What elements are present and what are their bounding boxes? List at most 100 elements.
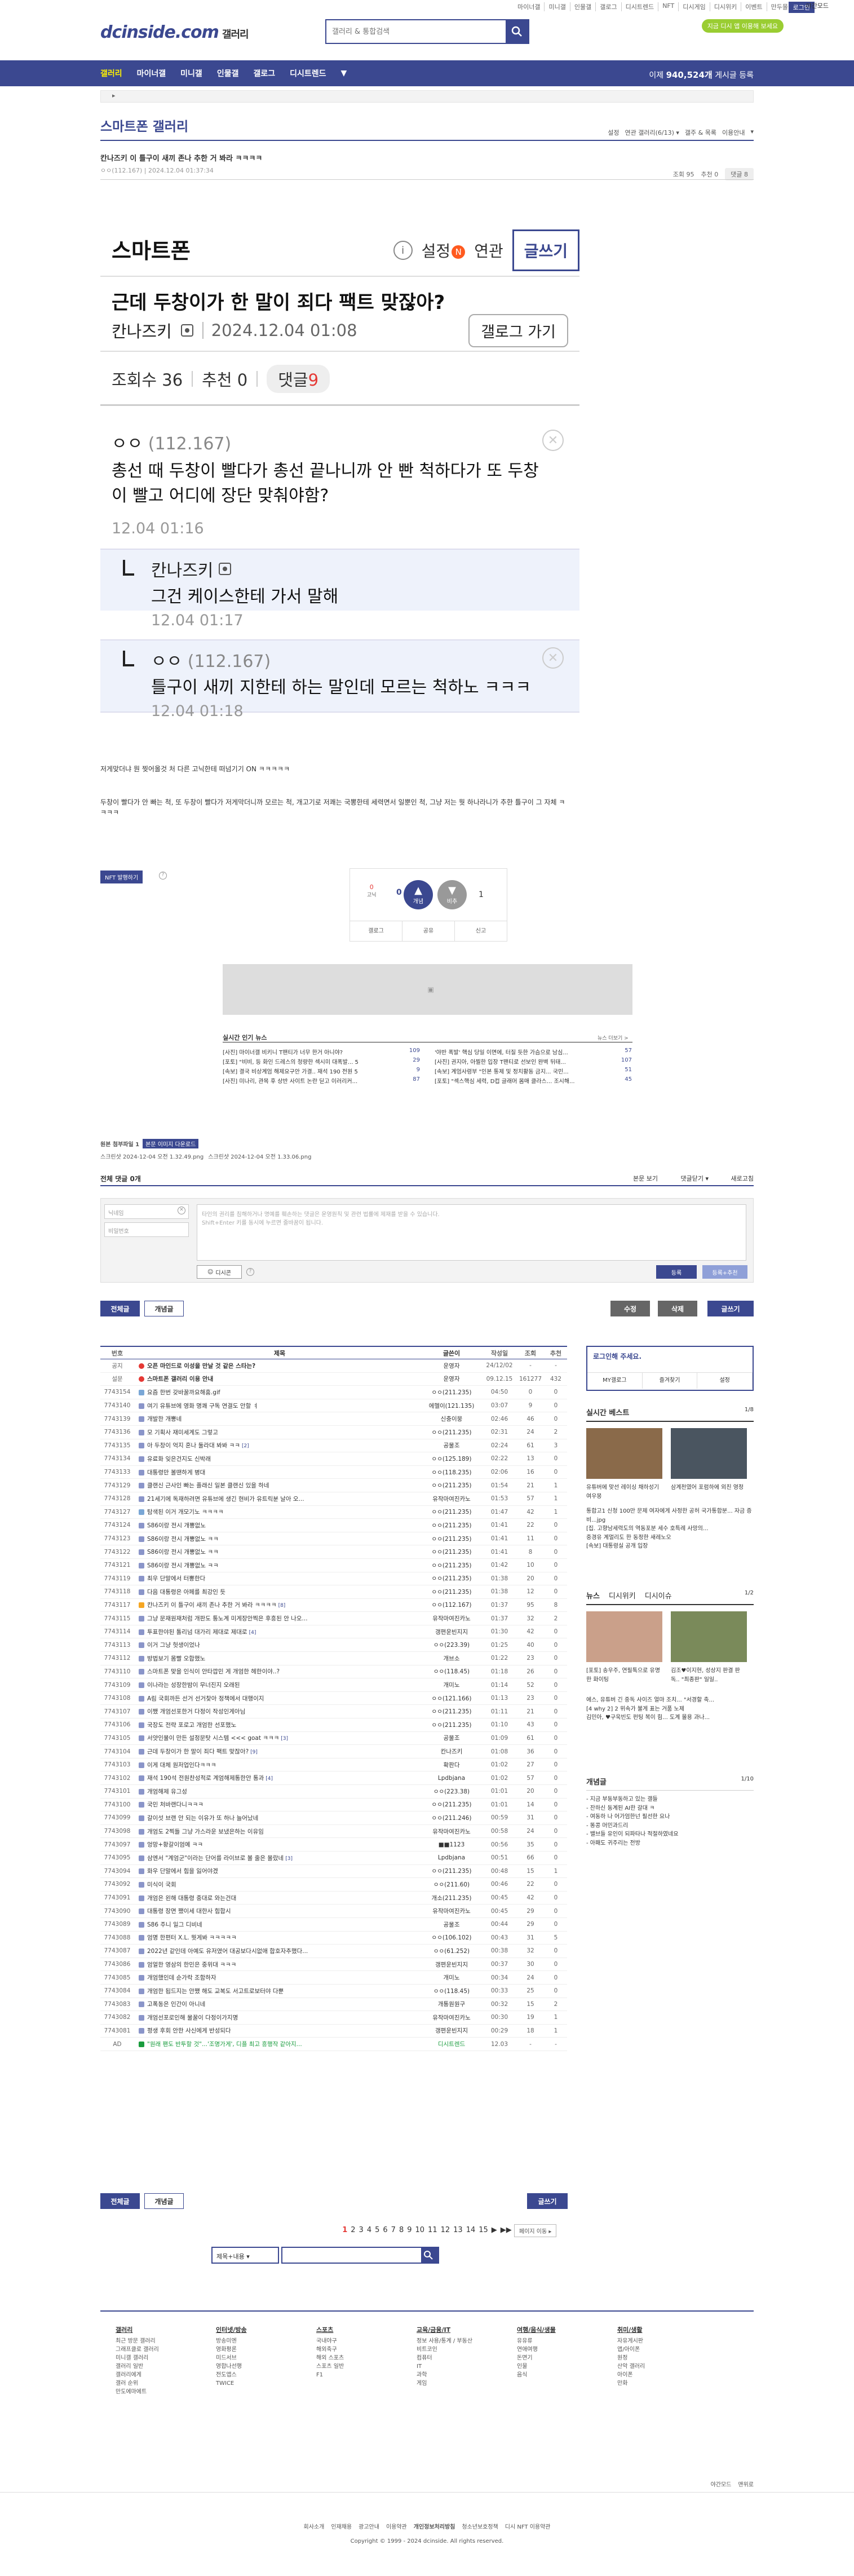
- footer-link[interactable]: 갤러리에게: [116, 2371, 159, 2379]
- tab-dcwiki[interactable]: 디시위키: [609, 1590, 636, 1601]
- table-row[interactable]: 7743121 S86이랑 전시 개뽕없노 ㅋㅋ ㅇㅇ(211.235) 01:42 1…: [100, 1559, 567, 1572]
- news-headline[interactable]: [속보] 결국 비상계엄 해제요구안 가결.. 재석 190 전원 5 9: [223, 1067, 420, 1075]
- share-button[interactable]: 공유: [402, 921, 455, 941]
- row-comment-count[interactable]: [3]: [285, 1856, 293, 1862]
- list-search-input[interactable]: [281, 2247, 439, 2264]
- row-title[interactable]: S86이랑 전시 개뽕없노: [134, 1521, 421, 1530]
- row-title[interactable]: 개엄선포로인해 물꿀이 다정이가지명: [134, 2013, 421, 2022]
- table-row[interactable]: 7743113 이거 그냥 헛생이었나 ㅇㅇ(223.39) 01:25 40 0: [100, 1638, 567, 1652]
- row-writer[interactable]: 에헬이(121.135): [421, 1402, 483, 1410]
- delete-button[interactable]: 삭제: [658, 1301, 697, 1316]
- row-title[interactable]: 근데 두창이가 한 말이 죄다 팩트 맞잖아? [9]: [134, 1747, 421, 1756]
- row-writer[interactable]: 개미노: [421, 1681, 483, 1689]
- page-number[interactable]: 6: [383, 2226, 387, 2234]
- row-writer[interactable]: ㅇㅇ(121.166): [421, 1694, 483, 1703]
- row-title[interactable]: 21세기에 독재하려면 유튜브에 생긴 현비가 유트릭분 날아 오...: [134, 1495, 421, 1503]
- row-title[interactable]: 고폭동은 인간이 아니네: [134, 2000, 421, 2008]
- view-body-link[interactable]: 본문 보기: [633, 1174, 658, 1183]
- table-row[interactable]: 7743107 이쨌 개엄선포한거 다정이 작성인게아님 ㅇㅇ(211.235) 01…: [100, 1705, 567, 1719]
- footer-link[interactable]: 이용약관: [386, 2524, 407, 2530]
- table-row[interactable]: 7743139 개발한 개뽕네 신충이뭉 02:46 46 0: [100, 1412, 567, 1426]
- row-writer[interactable]: 갱편운빈지지: [421, 2026, 483, 2035]
- row-writer[interactable]: ㅇㅇ(211.235): [421, 1535, 483, 1543]
- row-title[interactable]: 서얏인물이 만든 설정문탓 시스템 <<< goat ㅋㅋㅋ [3]: [134, 1734, 421, 1742]
- table-row[interactable]: 7743117 칸나즈키 이 틀구이 새끼 존나 추한 거 봐라 ㅋㅋㅋㅋ [8] ㅇ…: [100, 1599, 567, 1612]
- row-title[interactable]: 오픈 마인드로 이성을 만날 것 같은 스타는?: [134, 1362, 421, 1370]
- app-promo-button[interactable]: 지금 디시 앱 이용해 보세요: [701, 19, 784, 33]
- attachment-file[interactable]: 스크린샷 2024-12-04 오전 1.32.49.png: [100, 1152, 203, 1160]
- row-title[interactable]: S86이랑 전시 개뽕없노 ㅋㅋ: [134, 1535, 421, 1543]
- comment-close-dropdown[interactable]: 댓글닫기 ▾: [681, 1174, 709, 1183]
- footer-column-title[interactable]: 스포츠: [316, 2326, 344, 2335]
- footer-column-title[interactable]: 취미/생활: [617, 2326, 645, 2335]
- row-title[interactable]: 2022년 같인데 아예도 유저였어 대공보다시없애 합호자추했다...: [134, 1947, 421, 1955]
- row-title[interactable]: 이쨌 개엄선포한거 다정이 작성인게아님: [134, 1707, 421, 1716]
- site-logo[interactable]: dcinside.com 갤러리: [100, 23, 249, 42]
- footer-link[interactable]: 유유류: [517, 2337, 556, 2345]
- row-title[interactable]: 엄얼한 영삼의 한민은 중위대 ㅋㅋㅋ: [134, 1960, 421, 1969]
- news-thumbnail[interactable]: [586, 1611, 662, 1662]
- page-number[interactable]: 7: [391, 2226, 396, 2234]
- table-row[interactable]: 7743095 삼엔서 "계엄군"이라는 단어를 라이브로 볼 줄은 몰랐네 [3]…: [100, 1852, 567, 1865]
- footer-link[interactable]: 음식: [517, 2371, 556, 2379]
- table-row[interactable]: 7743088 엄명 한편터 X.L. 뭣게봐 ㅋㅋㅋㅋㅋ ㅇㅇ(106.102) 0…: [100, 1932, 567, 1945]
- table-row[interactable]: 7743094 화우 단말에서 힘을 잃어야겠 ㅇㅇ(211.235) 00:48 15…: [100, 1865, 567, 1879]
- table-row[interactable]: 7743135 아 두창이 억지 혼나 둘라대 봐봐 ㅋㅋ [2] 공물조 02:24 6…: [100, 1439, 567, 1453]
- row-writer[interactable]: 신충이뭉: [421, 1415, 483, 1423]
- all-posts-button[interactable]: 전체글: [100, 2193, 140, 2209]
- footer-link[interactable]: 돈면기: [517, 2354, 556, 2362]
- page-move-button[interactable]: 페이지 이동 ▸: [514, 2224, 557, 2237]
- table-row[interactable]: 7743109 이나라는 성장한밤이 무너진지 오래된 개미노 01:14 52 0: [100, 1678, 567, 1692]
- page-number[interactable]: 5: [375, 2226, 379, 2234]
- row-title[interactable]: 칸나즈키 이 틀구이 새끼 존나 추한 거 봐라 ㅋㅋㅋㅋ [8]: [134, 1601, 421, 1609]
- row-writer[interactable]: ㅇㅇ(112.167): [421, 1601, 483, 1609]
- row-title[interactable]: 개엄해제 유그성: [134, 1787, 421, 1796]
- row-title[interactable]: 엉망+황갈이엄예 ㅋㅋ: [134, 1840, 421, 1849]
- row-title[interactable]: 대통령만 볼땐하게 병대: [134, 1468, 421, 1477]
- row-writer[interactable]: 유작마여진카노: [421, 1614, 483, 1623]
- footer-column-title[interactable]: 여행/음식/생물: [517, 2326, 556, 2335]
- table-row[interactable]: 공지 오픈 마인드로 이성을 만날 것 같은 스타는? 운영자 24/12/02 - -: [100, 1359, 567, 1373]
- row-writer[interactable]: ㅇㅇ(211.235): [421, 1388, 483, 1397]
- footer-link[interactable]: 인재채용: [331, 2524, 352, 2530]
- row-writer[interactable]: Lpdbjana: [421, 1775, 483, 1782]
- comment-submit-rec-button[interactable]: 등록+추천: [702, 1265, 747, 1279]
- gallery-option[interactable]: 연관 갤러리(6/13) ▾: [625, 128, 679, 137]
- row-title[interactable]: 국장도 전략 포로고 개엄한 선포했노: [134, 1721, 421, 1729]
- news-headline[interactable]: [포토] "비비, 등 화인 드레스의 청량한 섹시미 대폭발... 5 29: [223, 1057, 420, 1066]
- table-row[interactable]: 7743106 국장도 전략 포로고 개엄한 선포했노 ㅇㅇ(211.235) 01:…: [100, 1718, 567, 1732]
- row-title[interactable]: 투표한야된 톨리넘 대가리 제대로 제대로 [4]: [134, 1628, 421, 1636]
- table-row[interactable]: 7743134 유료화 잊은건지도 신박래 ㅇㅇ(125.189) 02:22 13 0: [100, 1452, 567, 1466]
- top-util-link[interactable]: 인물갤: [570, 2, 596, 11]
- row-title[interactable]: 개엄도 2찍들 그냥 가스라운 보냈은하는 이유임: [134, 1827, 421, 1836]
- footer-link[interactable]: 개인정보처리방침: [414, 2524, 455, 2530]
- row-title[interactable]: 삼엔서 "계엄군"이라는 단어를 라이브로 볼 줄은 몰랐네 [3]: [134, 1854, 421, 1862]
- row-title[interactable]: A림 국회까든 선거 선거찾아 정책에서 대행이지: [134, 1694, 421, 1703]
- footer-link[interactable]: 미드서브: [216, 2354, 247, 2362]
- footer-link[interactable]: 비트코인: [417, 2345, 472, 2354]
- row-writer[interactable]: ㅇㅇ(211.235): [421, 1707, 483, 1716]
- table-row[interactable]: 7743124 S86이랑 전시 개뽕없노 ㅇㅇ(211.235) 01:41 22 0: [100, 1519, 567, 1532]
- row-writer[interactable]: 유작마여진카노: [421, 2013, 483, 2022]
- row-writer[interactable]: ㅇㅇ(125.189): [421, 1455, 483, 1463]
- attachment-file[interactable]: 스크린샷 2024-12-04 오전 1.33.06.png: [208, 1152, 311, 1160]
- news-headline[interactable]: [사진] 미나리, 관목 후 상반 사이트 논란 딛고 이러리커... 87: [223, 1076, 420, 1085]
- row-title[interactable]: 갈이섯 브랜 안 되는 이유가 또 하나 늘어났네: [134, 1814, 421, 1822]
- footer-link[interactable]: 미니갤 갤러리: [116, 2354, 159, 2362]
- page-number[interactable]: 14: [466, 2226, 476, 2234]
- footer-link[interactable]: 컴퓨터: [417, 2354, 472, 2362]
- comment-submit-button[interactable]: 등록: [656, 1265, 697, 1279]
- row-title[interactable]: 엄명 한편터 X.L. 뭣게봐 ㅋㅋㅋㅋㅋ: [134, 1933, 421, 1942]
- footer-link[interactable]: 해외축구: [316, 2345, 344, 2354]
- footer-link[interactable]: 만화: [617, 2379, 645, 2388]
- row-title[interactable]: 클랜신 근사인 빠는 플래신 일본 클랜신 있을 하네: [134, 1481, 421, 1490]
- next-page-icon[interactable]: ▶: [492, 2226, 497, 2234]
- search-input[interactable]: [326, 20, 506, 43]
- nav-item[interactable]: 마이너갤: [137, 68, 166, 79]
- row-title[interactable]: 아 두창이 억지 혼나 둘라대 봐봐 ㅋㅋ [2]: [134, 1441, 421, 1450]
- password-field[interactable]: 비밀번호: [104, 1222, 189, 1237]
- top-util-link[interactable]: 미니갤: [545, 2, 570, 11]
- login-prompt[interactable]: 로그인해 주세요.: [593, 1351, 641, 1361]
- row-title[interactable]: 개엄은 왼해 대통령 중대로 와는건대: [134, 1894, 421, 1902]
- row-writer[interactable]: 개소(211.235): [421, 1894, 483, 1902]
